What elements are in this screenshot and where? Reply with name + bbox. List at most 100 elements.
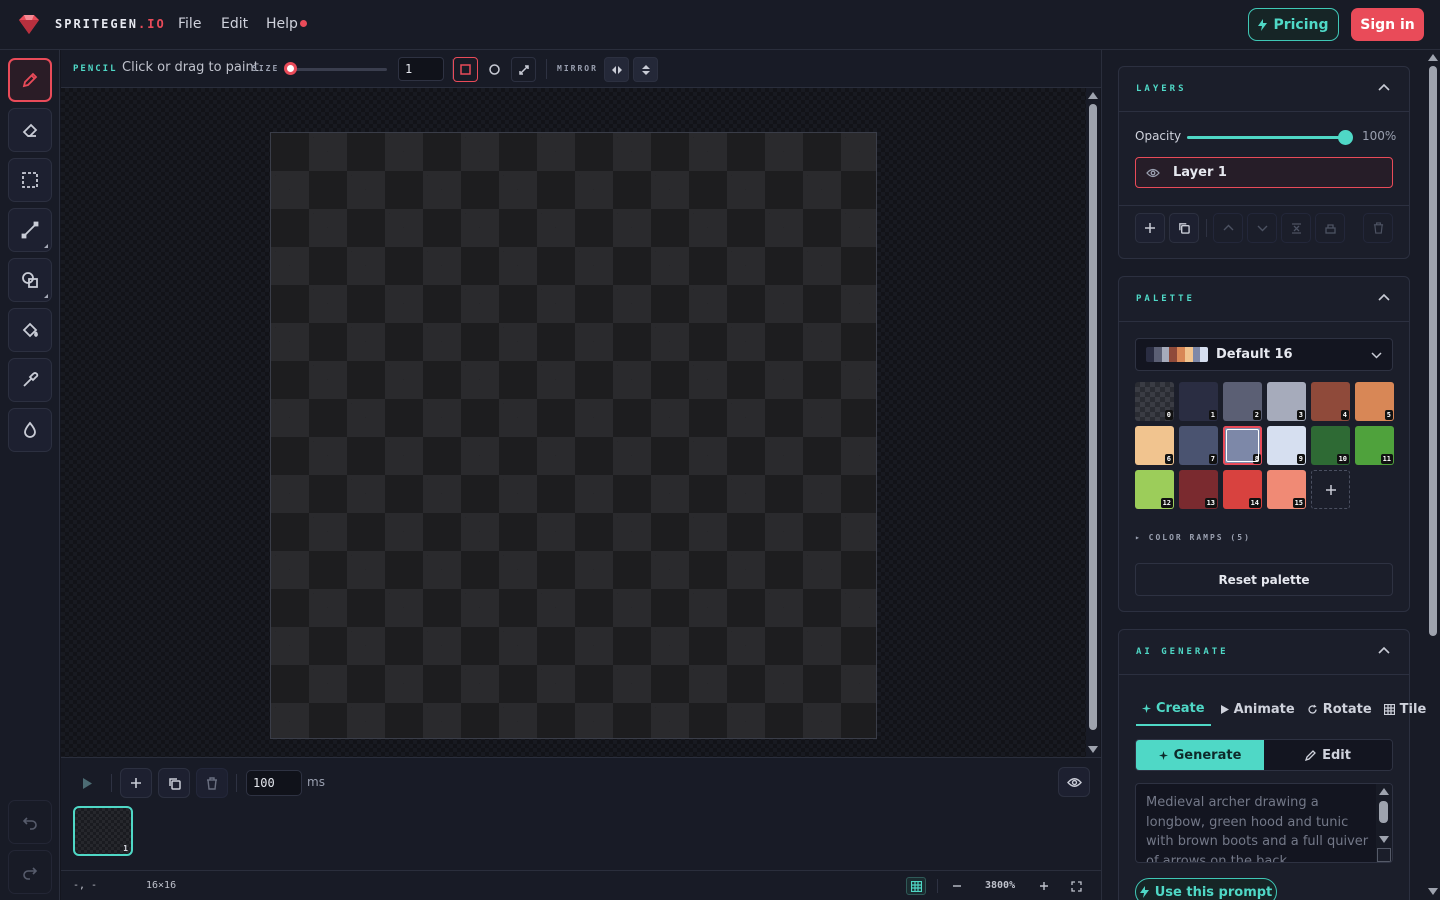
palette-swatch[interactable]: 13: [1179, 470, 1218, 509]
frame-thumbnail[interactable]: 1: [73, 806, 133, 856]
dither-tool[interactable]: [8, 408, 52, 452]
mirror-vertical-button[interactable]: [633, 57, 658, 82]
zoom-level: 3800%: [985, 880, 1016, 891]
square-brush-button[interactable]: [453, 57, 478, 82]
color-ramps-toggle[interactable]: ▸ COLOR RAMPS (5): [1135, 533, 1251, 542]
size-slider-handle[interactable]: [284, 62, 297, 75]
canvas-viewport[interactable]: [61, 88, 1086, 757]
palette-swatch[interactable]: 4: [1311, 382, 1350, 421]
select-tool[interactable]: [8, 158, 52, 202]
line-icon: [21, 221, 39, 239]
pricing-button[interactable]: Pricing: [1248, 8, 1339, 41]
zoom-in-button[interactable]: [1034, 877, 1054, 895]
tab-rotate[interactable]: Rotate: [1301, 700, 1378, 726]
brand-name[interactable]: SPRITEGEN.IO: [55, 17, 166, 31]
add-frame-button[interactable]: [120, 768, 152, 798]
duplicate-frame-button[interactable]: [158, 768, 190, 798]
delete-layer-button[interactable]: [1363, 213, 1393, 243]
palette-swatch[interactable]: 9: [1267, 426, 1306, 465]
palette-swatch[interactable]: 2: [1223, 382, 1262, 421]
trash-icon: [207, 776, 217, 790]
palette-select[interactable]: Default 16: [1135, 338, 1393, 371]
scroll-up-arrow[interactable]: [1428, 54, 1438, 61]
palette-swatch[interactable]: 10: [1311, 426, 1350, 465]
swatch-index: 2: [1252, 410, 1261, 420]
palette-swatch[interactable]: 6: [1135, 426, 1174, 465]
scroll-down-arrow[interactable]: [1379, 836, 1389, 843]
pixel-perfect-button[interactable]: [511, 57, 536, 82]
reset-palette-button[interactable]: Reset palette: [1135, 563, 1393, 596]
merge-layer-button[interactable]: [1281, 213, 1311, 243]
scroll-up-arrow[interactable]: [1379, 788, 1389, 795]
palette-swatch[interactable]: 15: [1267, 470, 1306, 509]
scroll-down-arrow[interactable]: [1088, 746, 1098, 753]
palette-swatch[interactable]: 1: [1179, 382, 1218, 421]
palette-swatch[interactable]: 7: [1179, 426, 1218, 465]
palette-swatch[interactable]: 8: [1223, 426, 1262, 465]
menu-help[interactable]: Help: [266, 16, 298, 32]
circle-brush-button[interactable]: [482, 57, 507, 82]
scroll-thumb[interactable]: [1429, 66, 1437, 636]
sign-in-button[interactable]: Sign in: [1351, 8, 1424, 41]
shapes-tool[interactable]: [8, 258, 52, 302]
eye-icon[interactable]: [1146, 168, 1160, 178]
grid-toggle-button[interactable]: [906, 877, 926, 895]
opacity-slider-track[interactable]: [1187, 130, 1353, 145]
palette-swatch[interactable]: 3: [1267, 382, 1306, 421]
eyedropper-tool[interactable]: [8, 358, 52, 402]
frame-duration-input[interactable]: [246, 770, 302, 796]
menu-file[interactable]: File: [178, 16, 201, 32]
top-bar: SPRITEGEN.IO File Edit Help Pricing Sign…: [0, 0, 1440, 50]
use-prompt-button[interactable]: Use this prompt: [1135, 878, 1277, 900]
redo-button[interactable]: [8, 850, 52, 894]
panel-vertical-scrollbar[interactable]: [1426, 50, 1440, 900]
opacity-slider-handle[interactable]: [1338, 130, 1353, 145]
chevron-up-icon[interactable]: [1377, 646, 1391, 656]
diagonal-line-icon: [518, 64, 529, 75]
undo-button[interactable]: [8, 800, 52, 844]
flatten-layer-button[interactable]: [1315, 213, 1345, 243]
mirror-horizontal-button[interactable]: [604, 57, 629, 82]
sprite-canvas[interactable]: [270, 132, 877, 739]
pencil-tool[interactable]: [8, 58, 52, 102]
scroll-thumb[interactable]: [1089, 104, 1097, 730]
ai-generate-title: AI GENERATE: [1136, 647, 1229, 657]
delete-frame-button[interactable]: [196, 768, 228, 798]
play-button[interactable]: [71, 768, 103, 798]
prompt-scrollbar[interactable]: [1376, 784, 1392, 862]
scroll-down-arrow[interactable]: [1428, 888, 1438, 895]
size-input[interactable]: [398, 57, 444, 81]
edit-mode-button[interactable]: Edit: [1264, 740, 1392, 770]
scroll-thumb[interactable]: [1379, 801, 1388, 823]
size-slider-track[interactable]: [289, 68, 387, 71]
fit-screen-button[interactable]: [1066, 877, 1086, 895]
resize-handle[interactable]: [1377, 848, 1391, 862]
tab-create[interactable]: Create: [1136, 700, 1211, 726]
add-color-button[interactable]: [1311, 470, 1350, 509]
eraser-tool[interactable]: [8, 108, 52, 152]
onion-skin-button[interactable]: [1058, 767, 1090, 797]
line-tool[interactable]: [8, 208, 52, 252]
tab-animate[interactable]: Animate: [1211, 700, 1301, 726]
generate-mode-button[interactable]: Generate: [1136, 740, 1264, 770]
palette-swatch[interactable]: 0: [1135, 382, 1174, 421]
palette-swatch[interactable]: 14: [1223, 470, 1262, 509]
move-layer-down-button[interactable]: [1247, 213, 1277, 243]
palette-swatch[interactable]: 5: [1355, 382, 1394, 421]
palette-swatch[interactable]: 11: [1355, 426, 1394, 465]
duplicate-layer-button[interactable]: [1169, 213, 1199, 243]
zoom-out-button[interactable]: [947, 877, 967, 895]
tool-hint: Click or drag to paint.: [122, 60, 263, 75]
tab-tile[interactable]: Tile: [1378, 700, 1426, 726]
fill-tool[interactable]: [8, 308, 52, 352]
palette-swatch[interactable]: 12: [1135, 470, 1174, 509]
add-layer-button[interactable]: [1135, 213, 1165, 243]
layer-row[interactable]: Layer 1: [1135, 157, 1393, 188]
scroll-up-arrow[interactable]: [1088, 92, 1098, 99]
canvas-vertical-scrollbar[interactable]: [1086, 88, 1100, 757]
move-layer-up-button[interactable]: [1213, 213, 1243, 243]
menu-edit[interactable]: Edit: [221, 16, 248, 32]
chevron-up-icon[interactable]: [1377, 293, 1391, 303]
prompt-textarea[interactable]: Medieval archer drawing a longbow, green…: [1135, 783, 1393, 863]
chevron-up-icon[interactable]: [1377, 83, 1391, 93]
